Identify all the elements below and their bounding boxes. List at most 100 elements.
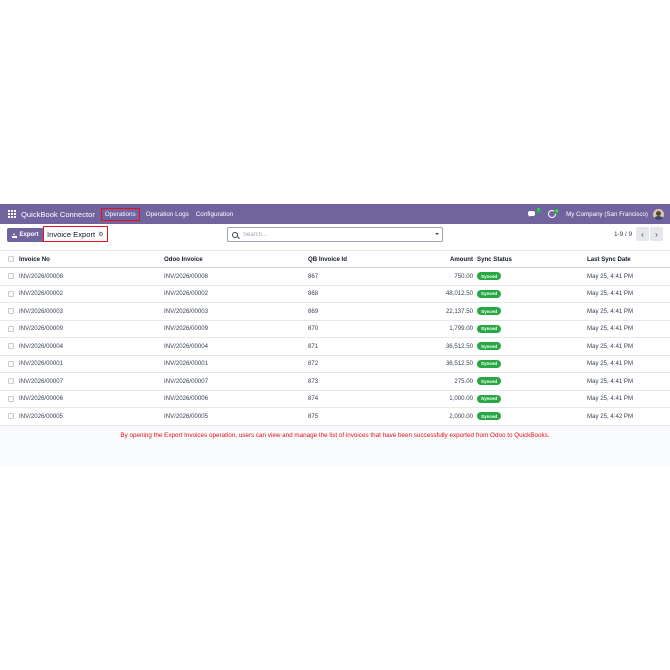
column-header-invoice-no[interactable]: Invoice No <box>19 251 50 267</box>
last-sync-date-cell: May 25, 4:41 PM <box>587 272 634 280</box>
row-checkbox[interactable] <box>7 321 14 338</box>
apps-grid-icon[interactable] <box>8 210 16 218</box>
row-checkbox[interactable] <box>7 408 14 425</box>
last-sync-date-cell: May 25, 4:41 PM <box>587 377 634 385</box>
table-row[interactable]: INV/2026/00007 INV/2026/00007 873 275.00… <box>0 373 670 391</box>
sync-status-cell: Synced <box>477 373 502 390</box>
odoo-invoice-cell: INV/2026/00006 <box>164 395 209 403</box>
menu-configuration[interactable]: Configuration <box>196 211 233 218</box>
row-checkbox[interactable] <box>7 391 14 408</box>
status-badge: Synced <box>477 394 502 403</box>
amount-cell: 275.00 <box>454 377 473 385</box>
last-sync-date-cell: May 25, 4:41 PM <box>587 307 634 315</box>
odoo-invoice-cell: INV/2026/00002 <box>164 290 209 298</box>
table-row[interactable]: INV/2026/00002 INV/2026/00002 868 48,012… <box>0 285 670 303</box>
column-header-sync-status[interactable]: Sync Status <box>477 251 512 267</box>
amount-cell: 36,512.50 <box>445 360 473 368</box>
caption-note: By opening the Export Invoices operation… <box>120 432 550 439</box>
status-badge: Synced <box>477 342 502 351</box>
amount-cell: 750.00 <box>454 272 473 280</box>
row-checkbox[interactable] <box>7 356 14 373</box>
column-header-qb-invoice-id[interactable]: QB Invoice Id <box>308 251 347 267</box>
qb-invoice-id-cell: 873 <box>308 377 319 385</box>
status-badge: Synced <box>477 377 502 386</box>
company-switcher[interactable]: My Company (San Francisco) <box>566 211 648 218</box>
export-button-label: Export <box>19 232 39 238</box>
qb-invoice-id-cell: 867 <box>308 272 319 280</box>
invoice-no-cell: INV/2026/00006 <box>19 395 64 403</box>
row-checkbox[interactable] <box>7 303 14 320</box>
status-badge: Synced <box>477 324 502 333</box>
invoice-no-cell: INV/2026/00002 <box>19 290 64 298</box>
invoice-no-cell: INV/2026/00003 <box>19 307 64 315</box>
sync-status-cell: Synced <box>477 408 502 425</box>
sync-status-cell: Synced <box>477 321 502 338</box>
pager-value[interactable]: 1-9 / 9 <box>614 231 632 238</box>
select-all-checkbox[interactable] <box>7 251 14 267</box>
qb-invoice-id-cell: 872 <box>308 360 319 368</box>
column-header-odoo-invoice[interactable]: Odoo Invoice <box>164 251 203 267</box>
export-button[interactable]: Export <box>7 228 44 242</box>
menu-operations[interactable]: Operations <box>100 207 140 221</box>
upload-icon <box>12 232 18 238</box>
sync-status-cell: Synced <box>477 338 502 355</box>
last-sync-date-cell: May 25, 4:41 PM <box>587 342 634 350</box>
gear-icon[interactable]: ⚙ <box>98 231 103 238</box>
amount-cell: 2,000.00 <box>449 412 473 420</box>
qb-invoice-id-cell: 870 <box>308 325 319 333</box>
odoo-invoice-cell: INV/2026/00007 <box>164 377 209 385</box>
last-sync-date-cell: May 25, 4:41 PM <box>587 395 634 403</box>
pager-previous-button[interactable]: ‹ <box>636 227 649 241</box>
odoo-invoice-cell: INV/2026/00005 <box>164 412 209 420</box>
chat-icon[interactable]: 7 <box>528 208 542 218</box>
odoo-invoice-cell: INV/2026/00003 <box>164 307 209 315</box>
column-header-last-sync-date[interactable]: Last Sync Date <box>587 251 631 267</box>
table-row[interactable]: INV/2026/00003 INV/2026/00003 869 22,137… <box>0 303 670 321</box>
invoice-no-cell: INV/2026/00008 <box>19 272 64 280</box>
column-header-amount[interactable]: Amount <box>450 251 473 267</box>
search-icon <box>232 231 238 238</box>
avatar[interactable] <box>653 208 664 220</box>
sync-status-cell: Synced <box>477 391 502 408</box>
invoice-no-cell: INV/2026/00005 <box>19 412 64 420</box>
pager-next-button[interactable]: › <box>650 227 663 241</box>
table-row[interactable]: INV/2026/00008 INV/2026/00008 867 750.00… <box>0 268 670 286</box>
status-badge: Synced <box>477 307 502 316</box>
sync-status-cell: Synced <box>477 356 502 373</box>
qb-invoice-id-cell: 868 <box>308 290 319 298</box>
qb-invoice-id-cell: 871 <box>308 342 319 350</box>
invoice-no-cell: INV/2026/00001 <box>19 360 64 368</box>
odoo-invoice-cell: INV/2026/00001 <box>164 360 209 368</box>
sync-status-cell: Synced <box>477 268 502 285</box>
search-input[interactable] <box>243 231 423 238</box>
menu-operation-logs[interactable]: Operation Logs <box>146 211 189 218</box>
invoice-no-cell: INV/2026/00009 <box>19 325 64 333</box>
row-checkbox[interactable] <box>7 373 14 390</box>
amount-cell: 48,012.50 <box>445 290 473 298</box>
table-row[interactable]: INV/2026/00009 INV/2026/00009 870 1,799.… <box>0 320 670 338</box>
chat-badge: 7 <box>536 208 542 213</box>
table-row[interactable]: INV/2026/00004 INV/2026/00004 871 36,512… <box>0 338 670 356</box>
activity-badge: 4 <box>554 209 560 214</box>
sync-status-cell: Synced <box>477 303 502 320</box>
dropdown-caret-icon[interactable] <box>435 233 439 235</box>
last-sync-date-cell: May 25, 4:41 PM <box>587 325 634 333</box>
odoo-invoice-cell: INV/2026/00008 <box>164 272 209 280</box>
table-row[interactable]: INV/2026/00006 INV/2026/00006 874 1,000.… <box>0 390 670 408</box>
clock-icon[interactable]: 4 <box>548 209 560 218</box>
row-checkbox[interactable] <box>7 338 14 355</box>
app-frame: QuickBook Connector Operations Operation… <box>0 204 670 466</box>
amount-cell: 22,137.50 <box>445 307 473 315</box>
amount-cell: 36,512.50 <box>445 342 473 350</box>
qb-invoice-id-cell: 869 <box>308 307 319 315</box>
odoo-invoice-cell: INV/2026/00004 <box>164 342 209 350</box>
table-row[interactable]: INV/2026/00005 INV/2026/00005 875 2,000.… <box>0 408 670 426</box>
last-sync-date-cell: May 25, 4:42 PM <box>587 412 634 420</box>
row-checkbox[interactable] <box>7 268 14 285</box>
row-checkbox[interactable] <box>7 286 14 303</box>
app-title[interactable]: QuickBook Connector <box>21 210 95 219</box>
navbar-systray: 7 4 My Company (San Francisco) <box>528 204 664 224</box>
status-badge: Synced <box>477 289 502 298</box>
table-row[interactable]: INV/2026/00001 INV/2026/00001 872 36,512… <box>0 355 670 373</box>
invoice-no-cell: INV/2026/00007 <box>19 377 64 385</box>
